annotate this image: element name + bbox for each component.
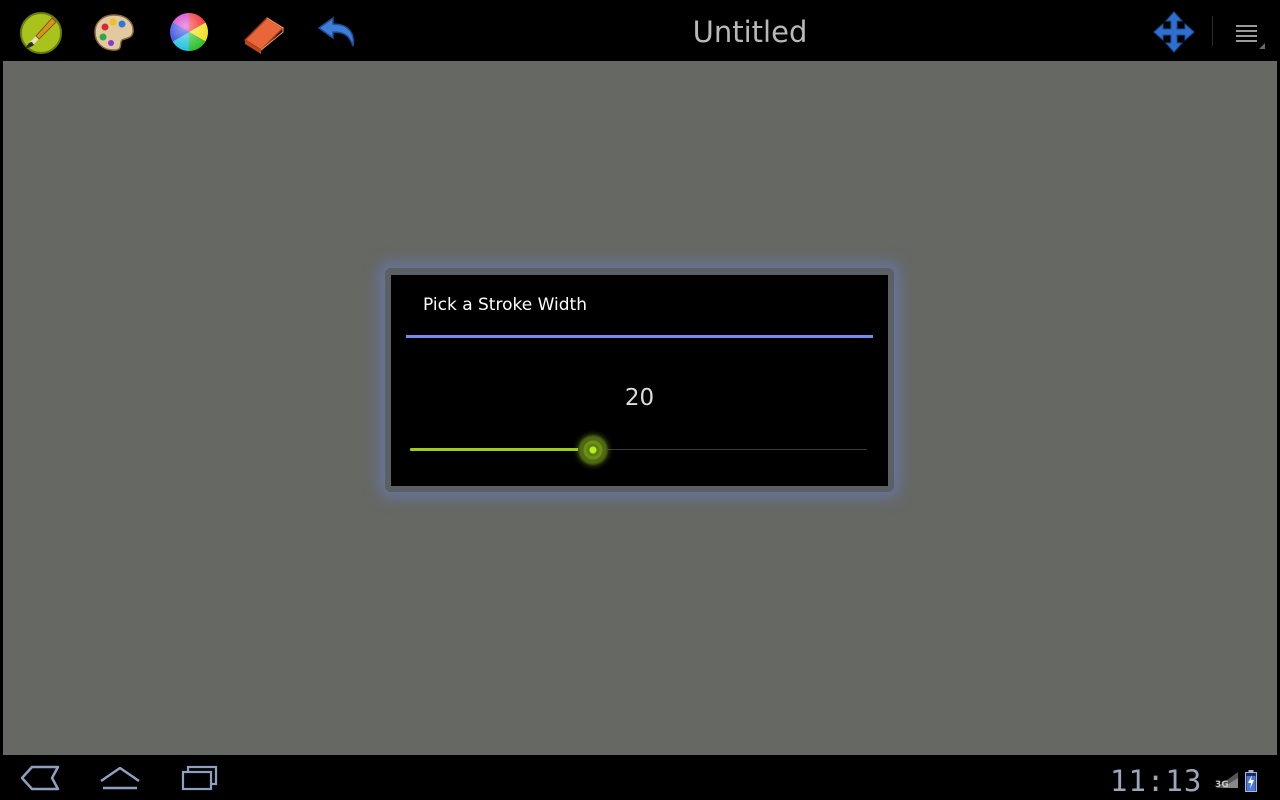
slider-progress <box>410 448 593 451</box>
dialog-title: Pick a Stroke Width <box>423 295 587 315</box>
color-wheel-button[interactable] <box>164 10 214 54</box>
dialog-title-divider <box>406 335 873 338</box>
eraser-icon <box>243 17 285 54</box>
overflow-menu-icon <box>1236 25 1265 49</box>
document-title: Untitled <box>692 15 808 49</box>
stroke-width-dialog: Pick a Stroke Width 20 <box>391 275 888 486</box>
home-button[interactable] <box>92 760 148 796</box>
palette-icon <box>94 14 134 51</box>
brush-tool-button[interactable] <box>16 10 66 54</box>
network-type-label: 3G <box>1215 780 1229 790</box>
back-icon <box>20 765 60 791</box>
move-button[interactable] <box>1150 10 1198 54</box>
undo-icon <box>317 16 355 47</box>
overflow-menu-button[interactable] <box>1222 12 1268 54</box>
recent-apps-icon <box>181 765 218 791</box>
undo-button[interactable] <box>313 10 363 54</box>
home-icon <box>100 766 140 790</box>
action-bar-divider <box>1212 16 1213 46</box>
move-arrows-icon <box>1153 11 1195 53</box>
slider-thumb[interactable] <box>577 435 608 465</box>
palette-tool-button[interactable] <box>89 10 139 54</box>
brush-icon <box>20 12 62 54</box>
color-wheel-icon <box>170 13 208 51</box>
stroke-width-value: 20 <box>624 385 655 411</box>
back-button[interactable] <box>12 760 68 796</box>
action-bar: Untitled <box>0 0 1280 60</box>
status-clock: 11:13 <box>1110 764 1203 798</box>
recent-apps-button[interactable] <box>171 760 227 796</box>
system-bar <box>0 756 1280 800</box>
eraser-tool-button[interactable] <box>239 10 289 54</box>
battery-charging-icon <box>1245 770 1257 792</box>
